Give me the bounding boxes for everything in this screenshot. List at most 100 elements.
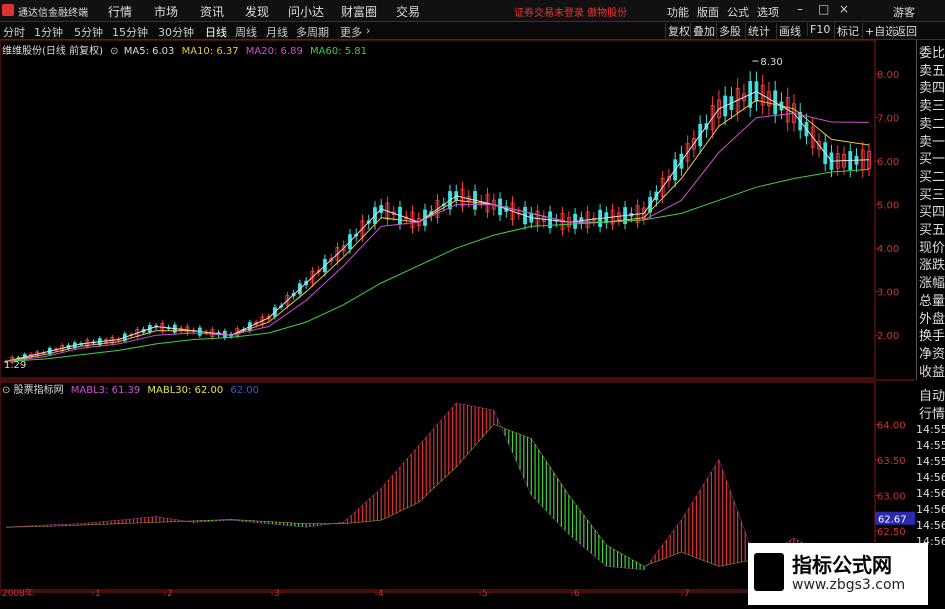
kline-chart[interactable]: 8.007.006.005.004.003.002.0064.0063.5063… xyxy=(0,40,915,596)
sidebar-item: 外盘 xyxy=(919,311,945,327)
ma-line-ma10 xyxy=(5,99,870,362)
tool-fuquan[interactable]: 复权 xyxy=(665,23,692,39)
sidebar-item: 总量 xyxy=(919,293,945,309)
legend-ma60: MA60: 5.81 xyxy=(310,46,368,57)
time-entry: 14:55 xyxy=(916,423,945,436)
price-tick-label: 7.00 xyxy=(877,114,899,125)
legend-ma10: MA10: 6.37 xyxy=(181,46,239,57)
date-tick-label: 3 xyxy=(274,589,280,596)
period-15min[interactable]: 15分钟 xyxy=(112,24,148,40)
date-tick-label: 2008年 xyxy=(2,587,34,596)
ind-tick-label: 62.50 xyxy=(877,527,906,538)
menu-item-hq[interactable]: 行情 xyxy=(108,3,132,20)
quote-label[interactable]: 行情 xyxy=(919,403,945,422)
minimize-icon[interactable]: – xyxy=(797,2,803,16)
period-5min[interactable]: 5分钟 xyxy=(74,24,103,40)
menu-layout[interactable]: 版面 xyxy=(697,4,719,20)
legend-toggle-icon[interactable]: ⊙ xyxy=(110,46,118,57)
menu-function[interactable]: 功能 xyxy=(667,4,689,20)
guest-label[interactable]: 游客 xyxy=(893,4,915,20)
sidebar-item: 涨幅 xyxy=(919,276,945,292)
period-fenshi[interactable]: 分时 xyxy=(3,24,25,40)
period-month[interactable]: 月线 xyxy=(266,24,288,40)
tool-mark[interactable]: 标记 xyxy=(834,23,861,39)
sidebar-item: 买五 xyxy=(919,223,945,238)
date-tick-label: 6 xyxy=(574,589,580,596)
auto-label[interactable]: 自动 xyxy=(919,385,945,404)
indicator-name: 股票指标网 xyxy=(13,385,64,396)
menu-item-wealth[interactable]: 财富圈 xyxy=(341,3,377,20)
time-entry: 14:55 xyxy=(916,455,945,468)
ma-line-ma20 xyxy=(5,112,870,362)
price-tick-label: 2.00 xyxy=(877,331,899,342)
tool-f10[interactable]: F10 xyxy=(807,23,832,36)
watermark-badge: 指标公式网 www.zbgs3.com xyxy=(748,543,928,605)
tool-multi-stock[interactable]: 多股 xyxy=(716,23,743,39)
legend-extra: 62.00 xyxy=(230,385,260,396)
chart-area[interactable]: 8.00 7.00 6.00 5.00 4.00 3.00 2.00 64.00 63.50 63… xyxy=(0,40,915,596)
tool-draw[interactable]: 画线 xyxy=(776,23,803,39)
sidebar-item: 换手 xyxy=(919,329,945,345)
menu-bar: 通达信金融终端 行情 市场 资讯 发现 问小达 财富圈 交易 证券交易未登录 傲… xyxy=(0,0,945,22)
close-icon[interactable]: × xyxy=(839,2,849,16)
ind-toggle-icon[interactable]: ⊙ xyxy=(2,385,10,396)
sidebar-item: 现价 xyxy=(919,240,945,256)
date-tick-label: 2 xyxy=(167,589,173,596)
menu-item-market[interactable]: 市场 xyxy=(154,3,178,20)
low-price-label: 1.29 xyxy=(4,360,26,371)
sidebar-item: 净资 xyxy=(919,346,945,362)
app-logo-icon xyxy=(2,4,14,16)
period-1min[interactable]: 1分钟 xyxy=(34,24,63,40)
quote-sidebar: 委比 卖五 卖四 卖三 卖二 卖一 买一 买二 买三 买四 买五 现价 涨跌 涨幅 总量 外盘 换手 净资 收益 xyxy=(916,40,945,380)
indicator-legend: ⊙ 股票指标网 MABL3: 61.39 MABL30: 62.00 62.00 xyxy=(2,381,259,396)
legend-ma5: MA5: 6.03 xyxy=(123,46,175,57)
menu-item-trade[interactable]: 交易 xyxy=(396,3,420,20)
period-30min[interactable]: 30分钟 xyxy=(158,24,194,40)
sidebar-item: 买一 xyxy=(919,152,945,168)
time-entry: 14:56 xyxy=(916,487,945,500)
time-entry: 14:55 xyxy=(916,439,945,452)
tool-stats[interactable]: 统计 xyxy=(745,23,772,39)
ind-tick-label: 63.50 xyxy=(877,456,906,467)
sidebar-item: 委比 xyxy=(919,46,945,61)
time-entry: 14:56 xyxy=(916,519,945,532)
menu-item-news[interactable]: 资讯 xyxy=(200,3,224,20)
sidebar-item: 涨跌 xyxy=(919,258,945,274)
menu-item-ask[interactable]: 问小达 xyxy=(288,3,324,20)
menu-formula[interactable]: 公式 xyxy=(727,4,749,20)
legend-ma20: MA20: 6.89 xyxy=(245,46,303,57)
sidebar-item: 买三 xyxy=(919,187,945,203)
menu-item-discover[interactable]: 发现 xyxy=(245,3,269,20)
tool-overlay[interactable]: 叠加 xyxy=(690,23,717,39)
time-entry: 14:56 xyxy=(916,471,945,484)
sidebar-item: 收益 xyxy=(919,364,945,380)
watermark-url: www.zbgs3.com xyxy=(792,577,906,593)
period-week[interactable]: 周线 xyxy=(235,24,257,40)
price-tick-label: 4.00 xyxy=(877,244,899,255)
stock-title: 维维股份(日线 前复权) xyxy=(2,46,103,57)
login-notice[interactable]: 证券交易未登录 傲物股份 xyxy=(514,4,627,19)
watermark-logo-icon xyxy=(754,553,784,591)
period-multi[interactable]: 多周期 xyxy=(296,24,329,40)
maximize-icon[interactable]: □ xyxy=(818,2,829,16)
legend-mabl3: MABL3: 61.39 xyxy=(70,385,141,396)
ind-marker-label: 62.67 xyxy=(878,515,907,526)
high-price-label: 8.30 xyxy=(760,57,782,68)
price-tick-label: 5.00 xyxy=(877,201,899,212)
price-tick-label: 3.00 xyxy=(877,288,899,299)
ind-tick-label: 63.00 xyxy=(877,491,906,502)
date-tick-label: 4 xyxy=(378,589,384,596)
date-tick-label: 1 xyxy=(95,589,101,596)
more-chevron-icon[interactable]: › xyxy=(366,24,370,37)
period-day[interactable]: 日线 xyxy=(205,24,227,40)
sidebar-item: 卖五 xyxy=(919,63,945,79)
date-tick-label: 5 xyxy=(482,589,488,596)
sidebar-item: 买四 xyxy=(919,205,945,221)
menu-options[interactable]: 选项 xyxy=(757,4,779,20)
price-tick-label: 8.00 xyxy=(877,70,899,81)
tool-back[interactable]: 返回 xyxy=(892,23,919,39)
period-more[interactable]: 更多 xyxy=(340,24,362,40)
app-title: 通达信金融终端 xyxy=(18,8,88,19)
auto-quote[interactable]: 自动 行情 xyxy=(916,383,945,423)
ind-tick-label: 64.00 xyxy=(877,420,906,431)
